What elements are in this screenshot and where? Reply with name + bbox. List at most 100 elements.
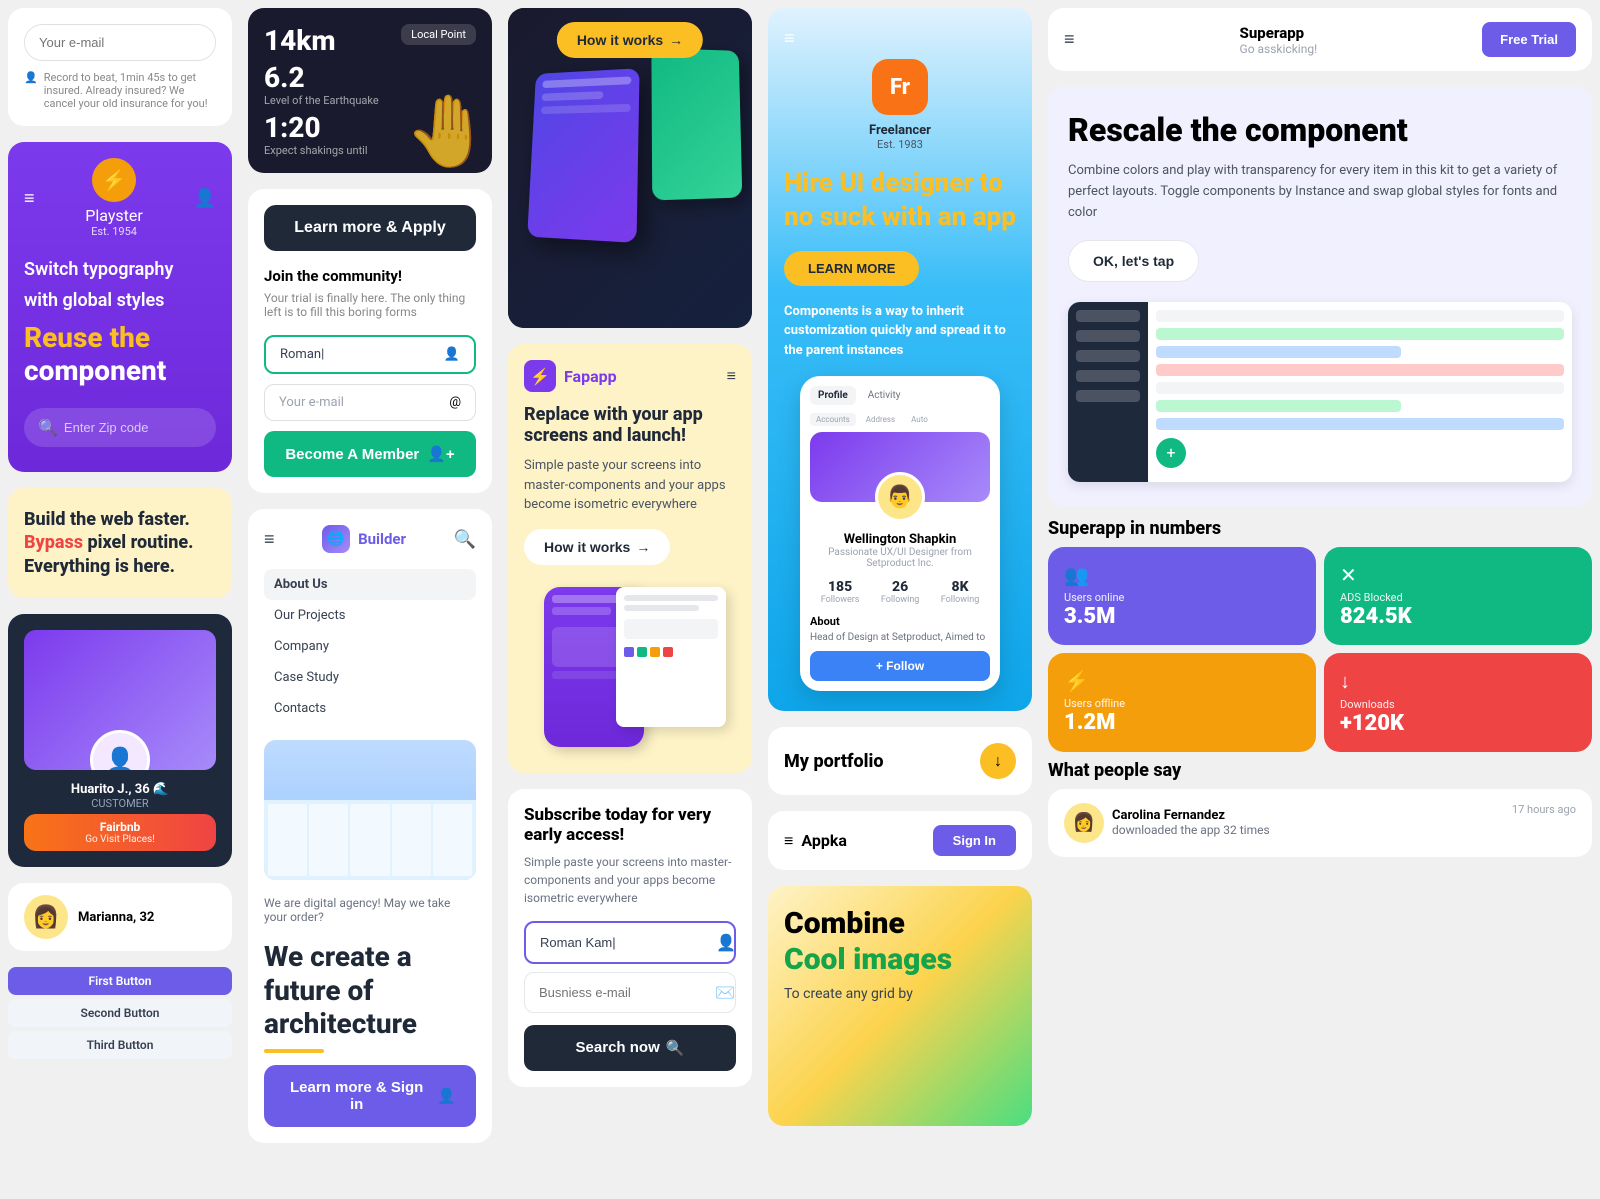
early-title: Subscribe today for very early access! — [524, 805, 736, 845]
playster-component: component — [24, 354, 216, 388]
email-input-early[interactable]: ✉️ — [524, 972, 736, 1013]
nav-company[interactable]: Company — [264, 631, 476, 662]
email-input-row: Your e-mail @ — [264, 384, 476, 421]
profile-cover: 👤 — [24, 630, 216, 770]
sign-in-button[interactable]: Sign In — [933, 825, 1016, 856]
nav-case-study[interactable]: Case Study — [264, 662, 476, 693]
menu-lines-icon[interactable]: ≡ — [24, 188, 35, 209]
name-input-active[interactable]: 👤 — [524, 921, 736, 964]
stats-grid: 👥 Users online 3.5M ✕ ADS Blocked 824.5K… — [1048, 547, 1592, 752]
fapapp-icon: ⚡ — [524, 360, 556, 392]
email-field-early[interactable] — [539, 985, 715, 1000]
ok-tap-button[interactable]: OK, let's tap — [1068, 240, 1199, 282]
superapp-menu-icon[interactable]: ≡ — [1064, 29, 1075, 50]
profile-icon[interactable]: 👤 — [194, 188, 216, 209]
users-online-num: 3.5M — [1064, 604, 1300, 629]
name-value: Roman| — [280, 347, 324, 362]
stat-26-label: Following — [881, 595, 920, 605]
freelancer-card: ≡ Fr Freelancer Est. 1983 Hire UI design… — [768, 8, 1032, 711]
fapapp-desc: Simple paste your screens into master-co… — [524, 456, 736, 515]
fairbnb-brand: Fairbnb — [100, 820, 141, 834]
components-text: Components is a way to inherit customiza… — [784, 302, 1016, 361]
dashboard-preview: + — [1068, 302, 1572, 482]
add-icon-btn[interactable]: + — [1156, 438, 1186, 468]
mockup-screens — [524, 577, 736, 757]
how-it-works-button[interactable]: How it works → — [557, 22, 703, 58]
nav-projects[interactable]: Our Projects — [264, 600, 476, 631]
reviewer-avatar: 👩 — [1064, 803, 1104, 843]
combine-title-line2: Cool images — [784, 942, 1016, 978]
tab-accounts[interactable]: Accounts — [810, 413, 856, 426]
downloads-label: Downloads — [1340, 698, 1576, 711]
dash-sidebar-item-2 — [1076, 330, 1140, 342]
tab-profile[interactable]: Profile — [810, 386, 856, 405]
build-title-line2: Bypass pixel routine. — [24, 531, 216, 554]
search-now-button[interactable]: Search now 🔍 — [524, 1025, 736, 1071]
dash-row-6 — [1156, 400, 1401, 412]
users-online-icon: 👥 — [1064, 563, 1300, 587]
nav-about-us[interactable]: About Us — [264, 569, 476, 600]
pixel-routine-text: pixel routine. — [87, 532, 193, 553]
builder-sub-text: We are digital agency! May we take your … — [264, 896, 476, 924]
second-button[interactable]: Second Button — [8, 999, 232, 1027]
dash-sidebar-item-3 — [1076, 350, 1140, 362]
playster-heading1: Switch typography — [24, 258, 216, 281]
dash-sidebar-item-1 — [1076, 310, 1140, 322]
name-field[interactable] — [540, 935, 716, 950]
arrow-icon: → — [669, 32, 683, 48]
dash-row-3 — [1156, 346, 1401, 358]
email-icon: ✉️ — [715, 983, 735, 1002]
freelancer-est: Est. 1983 — [784, 138, 1016, 151]
marianna-bar: 👩 Marianna, 32 — [8, 883, 232, 951]
appka-logo-text: Appka — [801, 831, 847, 850]
become-member-button[interactable]: Become A Member 👤+ — [264, 431, 476, 477]
bypass-text: Bypass — [24, 532, 83, 553]
hire-line2: UI designer to — [839, 168, 1002, 198]
profile-role: CUSTOMER — [24, 797, 216, 810]
stat-users-offline: ⚡ Users offline 1.2M — [1048, 653, 1316, 752]
earthquake-card: Local Point 14km 6.2 Level of the Earthq… — [248, 8, 492, 173]
iso-screen-2 — [651, 48, 742, 200]
fapapp-arrow-icon: → — [636, 539, 650, 555]
reviewer-action: downloaded the app 32 times — [1112, 823, 1270, 837]
dash-row-2 — [1156, 328, 1564, 340]
tab-activity[interactable]: Activity — [860, 386, 909, 405]
howitworks-card: How it works → — [508, 8, 752, 328]
follow-button[interactable]: + Follow — [810, 651, 990, 681]
learn-sign-in-button[interactable]: Learn more & Sign in 👤 — [264, 1065, 476, 1127]
menu-icon[interactable]: ≡ — [264, 529, 275, 550]
third-button[interactable]: Third Button — [8, 1031, 232, 1059]
zip-input[interactable] — [64, 420, 216, 435]
fapapp-how-it-works-button[interactable]: How it works → — [524, 529, 670, 565]
appka-menu-icon[interactable]: ≡ — [784, 831, 793, 851]
combine-sub: To create any grid by — [784, 986, 1016, 1002]
hire-prefix: Hire — [784, 168, 833, 198]
reviewer-name: Carolina Fernandez — [1112, 808, 1270, 823]
ads-blocked-label: ADS Blocked — [1340, 591, 1576, 604]
early-access-card: Subscribe today for very early access! S… — [508, 789, 752, 1087]
tab-auto[interactable]: Auto — [905, 413, 934, 426]
stat-followers-label: Followers — [821, 595, 860, 605]
freelancer-learn-more-button[interactable]: LEARN MORE — [784, 251, 919, 286]
playster-est: Est. 1954 — [85, 225, 143, 238]
tab-address[interactable]: Address — [860, 413, 901, 426]
subscribe-email-input[interactable] — [25, 25, 216, 60]
build-title-line3: Everything is here. — [24, 555, 216, 578]
hire-line3: no suck with an app — [784, 202, 1016, 232]
wellington-title: Passionate UX/UI Designer from Setproduc… — [810, 547, 990, 569]
playster-heading2: with global styles — [24, 289, 216, 312]
early-desc: Simple paste your screens into master-co… — [524, 853, 736, 907]
first-button[interactable]: First Button — [8, 967, 232, 995]
numbers-title: Superapp in numbers — [1048, 518, 1592, 539]
person-add-icon: 👤+ — [427, 445, 454, 463]
superapp-header: ≡ Superapp Go asskicking! Free Trial — [1048, 8, 1592, 71]
profile-card: 👤 Huarito J., 36 🌊 CUSTOMER Fairbnb Go V… — [8, 614, 232, 867]
nav-contacts[interactable]: Contacts — [264, 693, 476, 724]
fapapp-menu-icon[interactable]: ≡ — [727, 366, 736, 386]
learn-apply-button[interactable]: Learn more & Apply — [264, 205, 476, 251]
fr-menu-icon[interactable]: ≡ — [784, 28, 795, 49]
builder-search-icon[interactable]: 🔍 — [454, 529, 476, 550]
profile-name: Huarito J., 36 🌊 — [24, 782, 216, 797]
portfolio-arrow[interactable]: ↓ — [980, 743, 1016, 779]
free-trial-button[interactable]: Free Trial — [1482, 22, 1576, 57]
